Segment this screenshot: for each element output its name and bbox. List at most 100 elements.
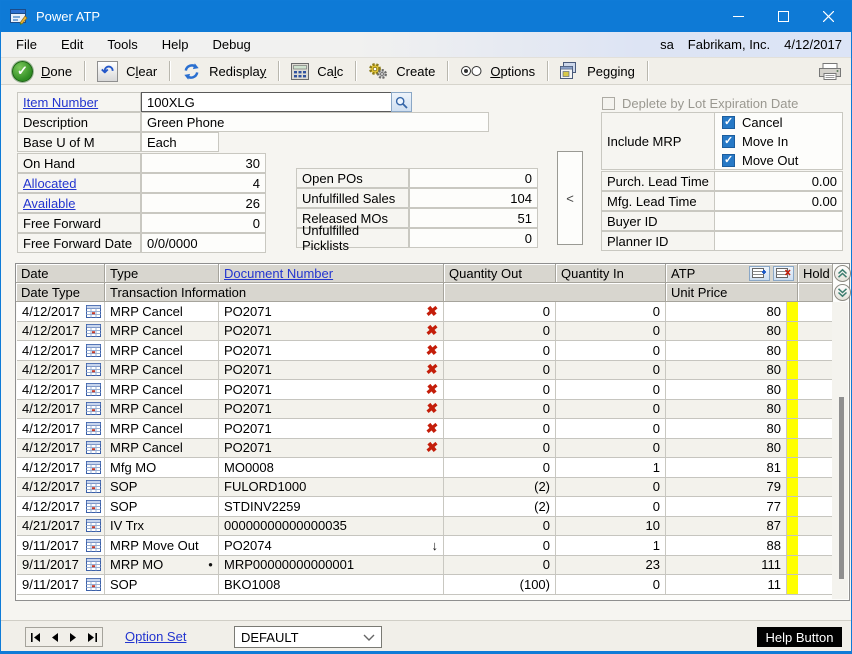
grid-cell-type[interactable]: IV Trx [105,517,219,536]
grid-cell-atp[interactable]: 79 [666,478,787,497]
grid-cell-hold[interactable] [798,400,833,419]
collapse-panel-button[interactable]: < [557,151,583,245]
grid-cell-hold[interactable] [798,556,833,575]
table-row[interactable]: 4/12/2017 MRP Cancel PO2071✖ 0 0 80 [17,322,833,342]
doc-marker[interactable]: ✖ [425,400,440,417]
grid-cell-atp[interactable]: 80 [666,341,787,360]
deplete-lot-checkbox[interactable] [602,97,615,110]
mrp-move-in-row[interactable]: Move In [722,132,788,151]
mrp-cancel-checkbox[interactable] [722,116,735,129]
allocated-label[interactable]: Allocated [17,173,141,193]
grid-cell-atp[interactable]: 80 [666,322,787,341]
col-header-document-number[interactable]: Document Number [219,264,444,283]
grid-cell-qty-out[interactable]: 0 [444,556,556,575]
grid-cell-doc[interactable]: FULORD1000 [219,478,444,497]
calendar-icon[interactable] [85,558,102,572]
grid-cell-type[interactable]: MRP Cancel [105,439,219,458]
grid-cell-date[interactable]: 4/12/2017 [17,361,105,380]
grid-cell-qty-in[interactable]: 0 [556,497,666,516]
grid-cell-doc[interactable]: PO2071✖ [219,361,444,380]
doc-marker[interactable]: ✖ [425,322,440,339]
grid-cell-qty-in[interactable]: 1 [556,536,666,555]
grid-cell-hold[interactable] [798,458,833,477]
grid-cell-qty-out[interactable]: 0 [444,439,556,458]
grid-cell-qty-in[interactable]: 0 [556,302,666,321]
grid-cell-qty-out[interactable]: (2) [444,478,556,497]
grid-cell-type[interactable]: MRP Cancel [105,341,219,360]
grid-cell-date[interactable]: 4/12/2017 [17,400,105,419]
grid-cell-hold[interactable] [798,341,833,360]
grid-cell-qty-in[interactable]: 1 [556,458,666,477]
grid-cell-qty-in[interactable]: 23 [556,556,666,575]
mrp-move-in-checkbox[interactable] [722,135,735,148]
grid-cell-date[interactable]: 4/12/2017 [17,380,105,399]
grid-cell-doc[interactable]: 00000000000000035 [219,517,444,536]
grid-cell-atp[interactable]: 80 [666,439,787,458]
grid-cell-type[interactable]: SOP [105,497,219,516]
grid-cell-qty-out[interactable]: 0 [444,341,556,360]
grid-cell-qty-out[interactable]: (2) [444,497,556,516]
calendar-icon[interactable] [85,480,102,494]
calendar-icon[interactable] [85,577,102,591]
grid-cell-date[interactable]: 4/12/2017 [17,419,105,438]
grid-cell-date[interactable]: 9/11/2017 [17,575,105,594]
grid-cell-doc[interactable]: PO2071✖ [219,322,444,341]
clear-button[interactable]: ↶ Clear [88,59,166,83]
table-row[interactable]: 4/21/2017 IV Trx 00000000000000035 0 10 … [17,517,833,537]
doc-marker[interactable]: ✖ [425,381,440,398]
menu-debug[interactable]: Debug [200,32,262,57]
grid-cell-atp[interactable]: 111 [666,556,787,575]
nav-next-button[interactable] [69,633,77,642]
create-button[interactable]: Create [359,59,444,83]
nav-last-button[interactable] [87,633,97,642]
grid-cell-atp[interactable]: 80 [666,302,787,321]
done-button[interactable]: ✓ Done [3,59,81,83]
grid-cell-atp[interactable]: 87 [666,517,787,536]
grid-cell-type[interactable]: MRP Move Out [105,536,219,555]
calendar-icon[interactable] [85,441,102,455]
item-number-input[interactable] [141,92,392,112]
doc-marker[interactable]: ✖ [425,342,440,359]
grid-cell-qty-in[interactable]: 0 [556,439,666,458]
grid-cell-atp[interactable]: 80 [666,361,787,380]
grid-cell-doc[interactable]: PO2071✖ [219,302,444,321]
calc-button[interactable]: Calc [282,59,352,83]
grid-cell-qty-out[interactable]: 0 [444,458,556,477]
grid-cell-atp[interactable]: 80 [666,380,787,399]
grid-cell-type[interactable]: Mfg MO [105,458,219,477]
grid-cell-doc[interactable]: MRP00000000000001 [219,556,444,575]
calendar-icon[interactable] [85,538,102,552]
table-row[interactable]: 9/11/2017 SOP BKO1008 (100) 0 11 [17,575,833,595]
col-header-type[interactable]: Type [105,264,219,283]
grid-cell-qty-in[interactable]: 0 [556,380,666,399]
grid-cell-hold[interactable] [798,419,833,438]
grid-cell-doc[interactable]: PO2071✖ [219,380,444,399]
grid-cell-doc[interactable]: STDINV2259 [219,497,444,516]
item-lookup-button[interactable] [391,92,412,112]
table-row[interactable]: 4/12/2017 MRP Cancel PO2071✖ 0 0 80 [17,400,833,420]
grid-cell-atp[interactable]: 80 [666,419,787,438]
grid-cell-type[interactable]: SOP [105,575,219,594]
grid-cell-atp[interactable]: 80 [666,400,787,419]
table-row[interactable]: 9/11/2017 MRP Move Out PO2074↓ 0 1 88 [17,536,833,556]
maximize-button[interactable] [761,1,806,32]
grid-cell-doc[interactable]: PO2074↓ [219,536,444,555]
options-button[interactable]: Options [451,59,544,83]
buyer-id-value[interactable] [714,211,843,231]
doc-marker[interactable]: ✖ [425,303,440,320]
grid-cell-hold[interactable] [798,361,833,380]
grid-cell-atp[interactable]: 11 [666,575,787,594]
grid-cell-hold[interactable] [798,478,833,497]
grid-cell-hold[interactable] [798,536,833,555]
grid-cell-atp[interactable]: 81 [666,458,787,477]
calendar-icon[interactable] [85,519,102,533]
calendar-icon[interactable] [85,324,102,338]
table-row[interactable]: 4/12/2017 SOP FULORD1000 (2) 0 79 [17,478,833,498]
calendar-icon[interactable] [85,402,102,416]
collapse-rows-button[interactable] [834,284,851,301]
calendar-icon[interactable] [85,499,102,513]
grid-cell-date[interactable]: 4/12/2017 [17,439,105,458]
scrollbar-thumb[interactable] [839,397,844,579]
grid-cell-qty-out[interactable]: 0 [444,361,556,380]
close-button[interactable] [806,1,851,32]
